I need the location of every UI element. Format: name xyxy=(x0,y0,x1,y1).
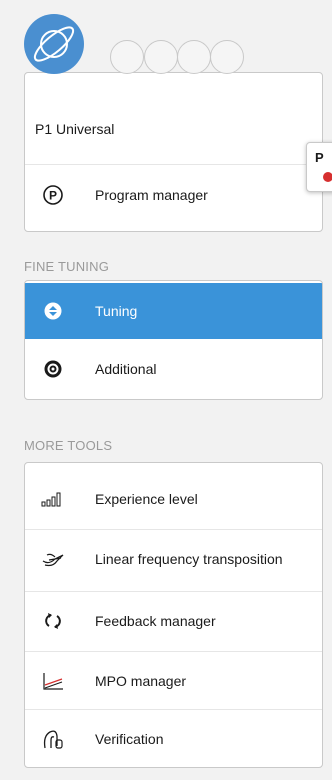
program-slot-1b[interactable] xyxy=(110,40,144,74)
linear-frequency-transposition-label: Linear frequency transposition xyxy=(95,550,283,567)
experience-level-label: Experience level xyxy=(95,490,198,507)
additional-item[interactable]: Additional xyxy=(25,341,322,397)
tuning-label: Tuning xyxy=(95,302,138,319)
program-manager-label: Program manager xyxy=(95,186,208,203)
tuning-item[interactable]: Tuning xyxy=(25,283,322,339)
program-p-icon: P xyxy=(41,183,65,207)
divider xyxy=(25,591,322,592)
program-slot-3[interactable] xyxy=(177,40,211,74)
linear-frequency-transposition-item[interactable]: Linear frequency transposition xyxy=(25,531,322,587)
feedback-manager-label: Feedback manager xyxy=(95,612,216,629)
feedback-arrows-icon xyxy=(41,609,65,633)
additional-label: Additional xyxy=(95,360,157,377)
program-name: P1 Universal xyxy=(35,121,115,137)
ear-icon xyxy=(41,727,65,751)
status-dot xyxy=(323,172,332,182)
verification-label: Verification xyxy=(95,730,164,747)
verification-item[interactable]: Verification xyxy=(25,711,322,767)
program-universal-tab[interactable] xyxy=(24,14,84,74)
fine-tuning-panel: Tuning Additional xyxy=(24,280,323,400)
planet-icon xyxy=(33,26,75,62)
program-tabs xyxy=(24,14,284,74)
program-slot-4[interactable] xyxy=(210,40,244,74)
divider xyxy=(25,164,322,165)
program-manager-button[interactable]: P Program manager xyxy=(25,167,322,223)
popover-text: P xyxy=(315,150,324,165)
bird-icon xyxy=(41,547,65,571)
gear-icon xyxy=(41,357,65,381)
program-panel: P1 Universal P Program manager xyxy=(24,72,323,232)
feedback-manager-item[interactable]: Feedback manager xyxy=(25,593,322,649)
tuning-icon xyxy=(41,299,65,323)
mpo-manager-item[interactable]: MPO manager xyxy=(25,653,322,709)
mpo-chart-icon xyxy=(41,669,65,693)
fine-tuning-title: FINE TUNING xyxy=(24,259,110,274)
divider xyxy=(25,529,322,530)
more-tools-panel: Experience level Linear frequency transp… xyxy=(24,462,323,768)
divider xyxy=(25,709,322,710)
signal-bars-icon xyxy=(41,487,65,511)
svg-text:P: P xyxy=(49,189,57,203)
divider xyxy=(25,651,322,652)
experience-level-item[interactable]: Experience level xyxy=(25,471,322,527)
program-popover: P xyxy=(306,142,332,192)
program-slot-2[interactable] xyxy=(144,40,178,74)
more-tools-title: MORE TOOLS xyxy=(24,438,113,453)
mpo-manager-label: MPO manager xyxy=(95,672,187,689)
